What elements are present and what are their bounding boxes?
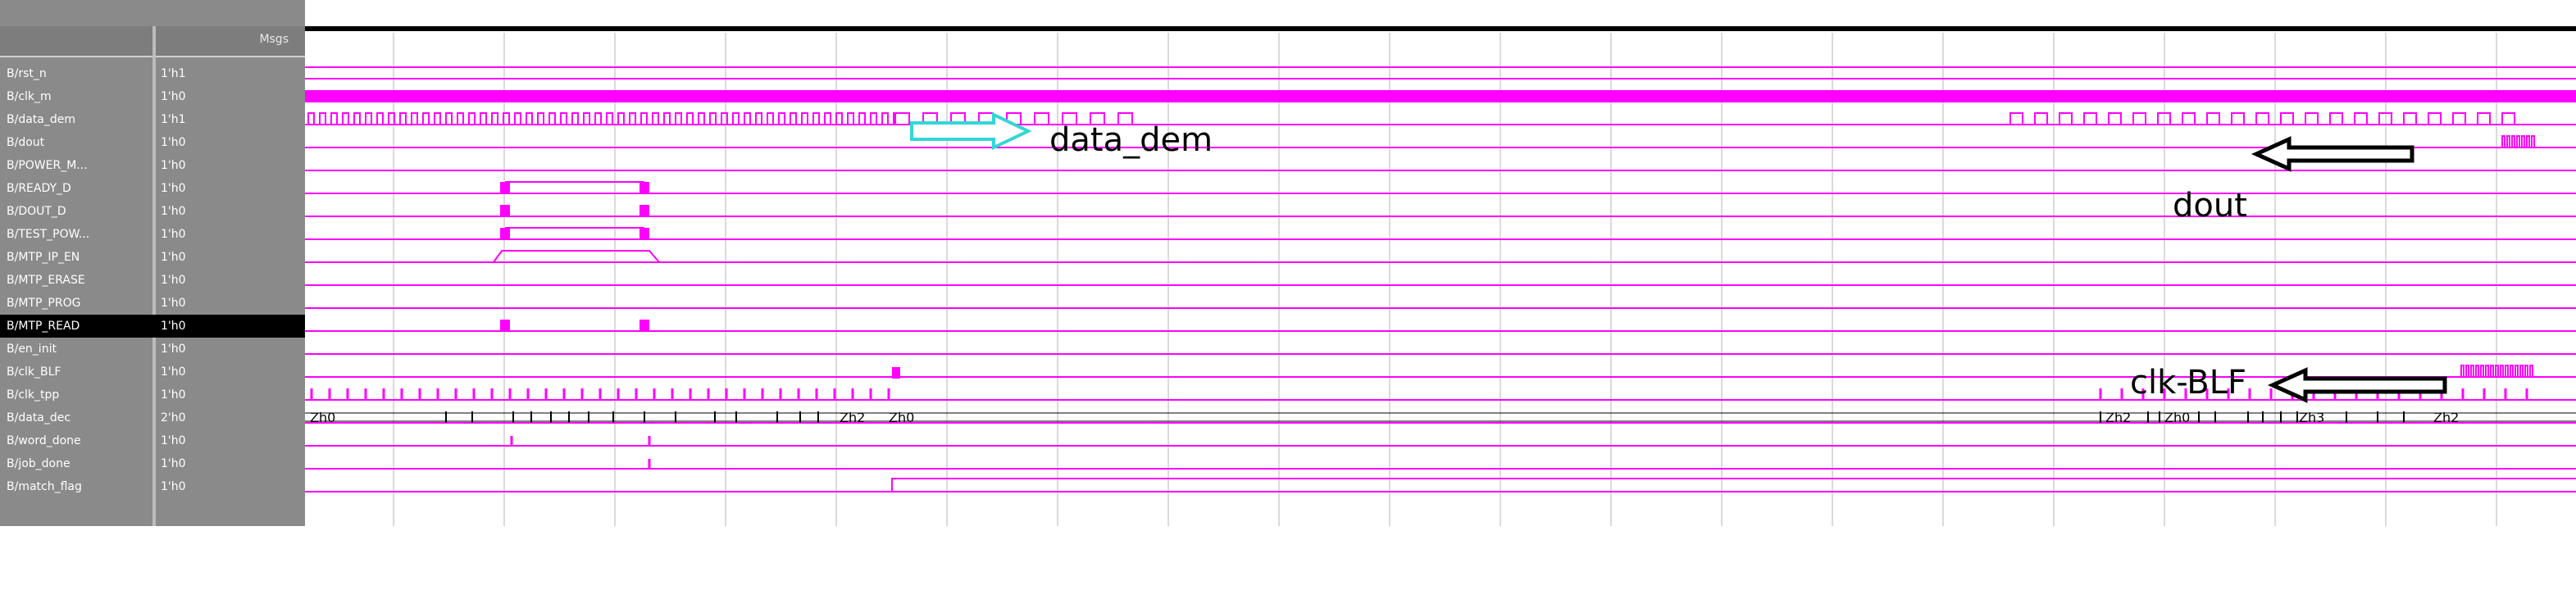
pulse-mark [500, 182, 510, 193]
signal-value: 1'h1 [161, 67, 186, 80]
mtp-ip-en-wave [493, 250, 660, 263]
signal-row[interactable]: B/MTP_IP_EN 1'h0 [0, 246, 305, 269]
signal-name: B/POWER_M... [7, 159, 88, 172]
data-dem-annotation: data_dem [1049, 121, 1213, 159]
clk-blf-annotation: clk-BLF [2130, 364, 2247, 402]
bus-value-label: Zh2 [840, 410, 865, 425]
pulse-mark [500, 228, 510, 239]
signal-name: B/rst_n [7, 67, 47, 80]
signal-value: 1'h0 [161, 480, 186, 493]
signal-value: 1'h0 [161, 182, 186, 195]
dout-arrow [2251, 136, 2414, 172]
signal-value: 1'h0 [161, 434, 186, 447]
signal-row[interactable]: B/POWER_M... 1'h0 [0, 154, 305, 177]
bus-value-label: Zh0 [2164, 410, 2190, 425]
signal-name: B/TEST_POW... [7, 228, 90, 241]
signal-value: 1'h0 [161, 274, 186, 287]
signal-name: B/clk_tpp [7, 388, 60, 402]
signal-name: B/clk_m [7, 90, 52, 103]
signal-name: B/MTP_IP_EN [7, 251, 80, 264]
signal-value: 1'h0 [161, 343, 186, 356]
signal-name: B/data_dem [7, 113, 75, 126]
signal-value: 1'h0 [161, 159, 186, 172]
pulse-mark [639, 228, 649, 239]
signal-name: B/MTP_ERASE [7, 274, 85, 287]
signal-name: B/MTP_READ [7, 320, 80, 333]
signal-row[interactable]: B/word_done 1'h0 [0, 429, 305, 452]
signal-name: B/clk_BLF [7, 365, 61, 379]
signal-row[interactable]: B/TEST_POW... 1'h0 [0, 223, 305, 246]
pulse-mark [500, 320, 510, 331]
signal-value: 1'h0 [161, 228, 186, 241]
signal-row[interactable]: B/data_dem 1'h1 [0, 108, 305, 131]
bottom-blank-strip [0, 526, 2576, 590]
signal-value: 1'h1 [161, 113, 186, 126]
signal-value: 2'h0 [161, 411, 186, 424]
pulse-mark [639, 205, 649, 216]
data-dem-wave [2009, 112, 2527, 125]
signal-row[interactable]: B/rst_n 1'h1 [0, 62, 305, 85]
signal-row[interactable]: B/match_flag 1'h0 [0, 475, 305, 498]
signal-name: B/DOUT_D [7, 205, 66, 218]
signal-row[interactable]: B/MTP_ERASE 1'h0 [0, 269, 305, 292]
signal-row[interactable]: B/MTP_READ 1'h0 [0, 315, 305, 338]
pulse-mark [500, 205, 510, 216]
signal-row[interactable]: B/clk_tpp 1'h0 [0, 384, 305, 406]
signal-name: B/match_flag [7, 480, 82, 493]
signal-name: B/dout [7, 136, 45, 149]
signal-row[interactable]: B/dout 1'h0 [0, 131, 305, 154]
signal-row[interactable]: B/MTP_PROG 1'h0 [0, 292, 305, 315]
signal-name: B/READY_D [7, 182, 71, 195]
signal-value: 1'h0 [161, 205, 186, 218]
bus-value-label: Zh2 [2433, 410, 2459, 425]
pulse-mark [639, 320, 649, 331]
signal-value: 1'h0 [161, 388, 186, 402]
signal-value: 1'h0 [161, 320, 186, 333]
waveform-canvas[interactable]: Zh0 Zh2 Zh0 Zh2 Zh0 Zh3 Zh2 [305, 0, 2576, 590]
signal-name: B/job_done [7, 457, 71, 470]
bus-value-label: Zh2 [2105, 410, 2131, 425]
signal-value: 1'h0 [161, 90, 186, 103]
signal-row[interactable]: B/clk_m 1'h0 [0, 85, 305, 108]
signal-row[interactable]: B/READY_D 1'h0 [0, 177, 305, 200]
signal-row[interactable]: B/DOUT_D 1'h0 [0, 200, 305, 223]
signal-value: 1'h0 [161, 251, 186, 264]
signal-name: B/word_done [7, 434, 81, 447]
data-dem-arrow [910, 111, 1032, 151]
signal-value: 1'h0 [161, 297, 186, 310]
bus-value-label: Zh0 [310, 410, 335, 425]
bus-value-label: Zh3 [2299, 410, 2324, 425]
match-flag-wave [305, 478, 2576, 492]
signal-name: B/data_dec [7, 411, 71, 424]
signal-name: B/en_init [7, 343, 57, 356]
signal-row[interactable]: B/clk_BLF 1'h0 [0, 361, 305, 384]
clk-blf-wave [2460, 365, 2535, 378]
pulse-mark [639, 182, 649, 193]
dout-annotation: dout [2173, 187, 2247, 225]
signal-row[interactable]: B/job_done 1'h0 [0, 452, 305, 475]
signal-value: 1'h0 [161, 136, 186, 149]
signal-row[interactable]: B/en_init 1'h0 [0, 338, 305, 361]
signal-list-panel: Msgs B/rst_n 1'h1 B/clk_m 1'h0 B/data_dem 1'h… [0, 0, 305, 590]
data-dem-wave [307, 112, 895, 125]
clk-m-wave [305, 90, 2576, 102]
bus-value-label: Zh0 [889, 410, 914, 425]
clk-blf-pulse [892, 367, 900, 379]
signal-row[interactable]: B/data_dec 2'h0 [0, 406, 305, 429]
signal-value: 1'h0 [161, 365, 186, 379]
signal-name: B/MTP_PROG [7, 297, 81, 310]
dout-wave [2501, 135, 2535, 148]
signal-value: 1'h0 [161, 457, 186, 470]
msgs-column-header: Msgs [259, 33, 289, 46]
